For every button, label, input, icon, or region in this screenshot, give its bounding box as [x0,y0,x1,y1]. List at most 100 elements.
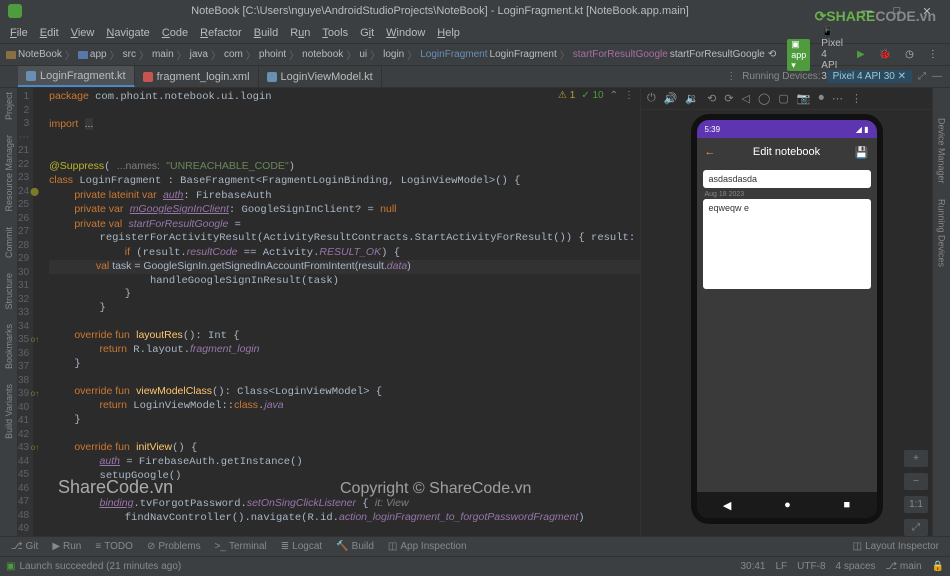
git-branch[interactable]: ⎇ main [886,561,922,572]
sync-icon[interactable]: ⟲ [765,49,779,60]
note-body-field[interactable]: eqweqw e [703,199,871,289]
running-device-chip[interactable]: Pixel 4 API 30 ✕ [827,70,912,83]
emu-volume-up-icon[interactable]: 🔊 [664,92,678,105]
emu-rotate-left-icon[interactable]: ⟲ [707,92,716,105]
tool-logcat[interactable]: ≣ Logcat [276,541,327,552]
tool-problems[interactable]: ⊘ Problems [142,541,206,552]
status-icons: ◢ ▮ [856,125,869,134]
minimize-button[interactable]: — [852,5,882,17]
crumb[interactable]: LoginFragment [420,49,487,60]
emu-back-icon[interactable]: ◁ [742,92,750,105]
zoom-in-button[interactable]: + [904,450,928,467]
profile-button[interactable]: ◷ [902,49,917,60]
override-gutter-icon[interactable]: o↑ [31,387,39,401]
maximize-button[interactable]: □ [882,5,912,17]
nav-recents-icon[interactable]: ■ [843,499,850,511]
tool-terminal[interactable]: >_ Terminal [210,541,272,552]
override-gutter-icon[interactable]: o↑ [31,333,39,347]
menu-navigate[interactable]: Navigate [100,27,155,39]
crumb[interactable]: main [152,49,174,60]
crumb[interactable]: ui [359,49,367,60]
back-icon[interactable]: ← [705,146,716,158]
tool-run[interactable]: ▶ Run [47,541,86,552]
crumb[interactable]: notebook [302,49,343,60]
emu-overview-icon[interactable]: ▢ [778,92,788,105]
caret-position[interactable]: 30:41 [740,561,765,572]
close-button[interactable]: ✕ [912,5,942,18]
crumb-member-label[interactable]: startForResultGoogle [670,49,765,60]
crumb[interactable]: src [123,49,136,60]
more-tabs-icon[interactable]: ⋮ [726,71,736,82]
menu-git[interactable]: Git [354,27,380,39]
indent-settings[interactable]: 4 spaces [836,561,876,572]
tool-layout-inspector[interactable]: ◫ Layout Inspector [848,541,944,552]
tab-login-fragment[interactable]: LoginFragment.kt [18,66,135,87]
crumb-file[interactable]: LoginFragment [490,49,557,60]
run-button[interactable]: ▶ [854,49,868,60]
expand-icon[interactable]: ⤢ [918,71,926,82]
crumb[interactable]: NoteBook [18,49,62,60]
crumb[interactable]: login [383,49,404,60]
more-actions-icon[interactable]: ⋮ [925,49,941,60]
crumb[interactable]: java [190,49,208,60]
menu-code[interactable]: Code [156,27,194,39]
tool-resource-manager[interactable]: Resource Manager [4,135,14,212]
crumb[interactable]: phoint [259,49,286,60]
menu-file[interactable]: File [4,27,34,39]
zoom-actual-button[interactable]: ⤢ [904,519,928,536]
editor-inspections[interactable]: ⚠ 1 ✓ 10 ⌃⋮ [558,90,634,101]
gutter: 123 ⋯ 212223 24⬤ 252627 282930 31323334 … [18,88,33,536]
file-encoding[interactable]: UTF-8 [797,561,825,572]
emu-record-icon[interactable]: ⏺ [818,92,824,105]
read-only-lock-icon[interactable]: 🔒 [932,561,944,572]
emu-power-icon[interactable]: ⏻ [647,92,656,105]
emulator-toolbar: ⏻ 🔊 🔉 ⟲ ⟳ ◁ ◯ ▢ 📷 ⏺ ⋯ ⋮ [641,88,932,110]
emu-rotate-right-icon[interactable]: ⟳ [724,92,733,105]
tool-bookmarks[interactable]: Bookmarks [4,324,14,369]
tool-todo[interactable]: ≡ TODO [90,541,138,552]
menu-tools[interactable]: Tools [316,27,354,39]
emu-screenshot-icon[interactable]: 📷 [797,92,811,105]
emu-volume-down-icon[interactable]: 🔉 [685,92,699,105]
override-gutter-icon[interactable]: o↑ [31,441,39,455]
emu-home-icon[interactable]: ◯ [758,92,770,105]
zoom-fit-button[interactable]: 1:1 [904,496,928,513]
crumb-member[interactable]: startForResultGoogle [573,49,668,60]
nav-back-icon[interactable]: ◀ [723,499,731,512]
menu-refactor[interactable]: Refactor [194,27,248,39]
tool-structure[interactable]: Structure [4,273,14,310]
menu-view[interactable]: View [65,27,101,39]
phone-screen[interactable]: 5:39 ◢ ▮ ← Edit notebook 💾 asdasdasda Au… [697,120,877,518]
nav-home-icon[interactable]: ● [784,499,791,511]
code-editor[interactable]: ⚠ 1 ✓ 10 ⌃⋮ 123 ⋯ 212223 24⬤ 252627 2829… [18,88,640,536]
crumb[interactable]: com [224,49,243,60]
debug-button[interactable]: 🐞 [876,49,894,60]
line-separator[interactable]: LF [776,561,788,572]
tab-login-viewmodel[interactable]: LoginViewModel.kt [259,66,382,87]
crumb[interactable]: app [90,49,107,60]
tool-app-inspection[interactable]: ◫ App Inspection [383,541,472,552]
emu-more-icon[interactable]: ⋯ [832,92,843,105]
tool-build[interactable]: 🔨 Build [331,541,379,552]
tool-git[interactable]: ⎇ Git [6,541,43,552]
tool-commit[interactable]: Commit [4,227,14,258]
menu-build[interactable]: Build [248,27,284,39]
menu-run[interactable]: Run [284,27,316,39]
kotlin-file-icon [267,72,277,82]
emu-settings-icon[interactable]: ⋮ [851,92,862,105]
hide-icon[interactable]: — [932,71,942,82]
menu-window[interactable]: Window [380,27,431,39]
tab-fragment-login-xml[interactable]: fragment_login.xml [135,66,259,87]
override-gutter-icon[interactable]: ⬤ [30,185,39,199]
menu-edit[interactable]: Edit [34,27,65,39]
code-content[interactable]: package com.phoint.notebook.ui.login imp… [33,88,640,536]
tool-running-devices[interactable]: Running Devices [937,199,947,267]
note-title-field[interactable]: asdasdasda [703,170,871,188]
tab-label: LoginViewModel.kt [281,71,373,83]
menu-help[interactable]: Help [431,27,466,39]
tool-device-manager[interactable]: Device Manager [937,118,947,184]
tool-build-variants[interactable]: Build Variants [4,384,14,439]
zoom-out-button[interactable]: − [904,473,928,490]
save-icon[interactable]: 💾 [855,146,869,159]
tool-project[interactable]: Project [4,92,14,120]
